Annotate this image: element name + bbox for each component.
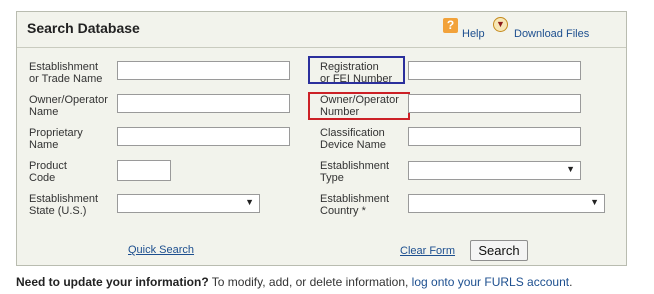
help-link[interactable]: Help [462, 28, 485, 40]
label-owner-operator-name: Owner/Operator Name [29, 94, 108, 118]
label-line: Establishment [29, 193, 99, 205]
owner-operator-number-input[interactable] [408, 94, 581, 113]
footer-text: To modify, add, or delete information, [208, 275, 412, 289]
highlight-box-blue [308, 56, 405, 84]
help-icon[interactable]: ? [443, 18, 458, 33]
establishment-trade-name-input[interactable] [117, 61, 290, 80]
label-line: Product [29, 160, 67, 172]
chevron-down-icon: ▼ [245, 197, 254, 207]
classification-device-name-input[interactable] [408, 127, 581, 146]
download-icon[interactable]: ▼ [493, 17, 508, 32]
label-line: Device Name [320, 139, 387, 151]
product-code-input[interactable] [117, 160, 171, 181]
footer-bold-text: Need to update your information? [16, 275, 209, 289]
furls-account-link[interactable]: log onto your FURLS account [412, 275, 569, 289]
label-line: Establishment [320, 160, 390, 172]
label-line: State (U.S.) [29, 205, 87, 217]
footer-end-text: . [569, 275, 573, 289]
owner-operator-name-input[interactable] [117, 94, 290, 113]
label-line: Type [320, 172, 344, 184]
label-line: Code [29, 172, 56, 184]
quick-search-link[interactable]: Quick Search [128, 244, 194, 256]
establishment-state-select[interactable]: ▼ [117, 194, 260, 213]
search-button[interactable]: Search [470, 240, 528, 261]
label-classification-device-name: Classification Device Name [320, 127, 386, 151]
download-files-link[interactable]: Download Files [514, 28, 589, 40]
chevron-down-icon: ▼ [590, 197, 599, 207]
establishment-country-select[interactable]: ▼ [408, 194, 605, 213]
panel-title: Search Database [27, 20, 140, 36]
label-line: Proprietary [29, 127, 83, 139]
label-line: Classification [320, 127, 385, 139]
label-line: Name [29, 139, 59, 151]
panel-header: Search Database ? Help ▼ Download Files [17, 12, 626, 48]
label-line: or Trade Name [29, 73, 103, 85]
highlight-box-red [308, 92, 410, 120]
label-proprietary-name: Proprietary Name [29, 127, 83, 151]
label-establishment-state: Establishment State (U.S.) [29, 193, 98, 217]
label-line: Establishment [29, 61, 99, 73]
label-line: Establishment [320, 193, 390, 205]
proprietary-name-input[interactable] [117, 127, 290, 146]
establishment-type-select[interactable]: ▼ [408, 161, 581, 180]
label-establishment-country: Establishment Country * [320, 193, 389, 217]
label-establishment-type: Establishment Type [320, 160, 389, 184]
label-line: Owner/Operator [29, 94, 108, 106]
label-line: Country * [320, 205, 366, 217]
chevron-down-icon: ▼ [566, 164, 575, 174]
footer-notice: Need to update your information? To modi… [16, 275, 572, 289]
label-line: Name [29, 106, 59, 118]
label-establishment-trade-name: Establishment or Trade Name [29, 61, 102, 85]
registration-fei-number-input[interactable] [408, 61, 581, 80]
label-product-code: Product Code [29, 160, 67, 184]
clear-form-link[interactable]: Clear Form [400, 245, 455, 257]
